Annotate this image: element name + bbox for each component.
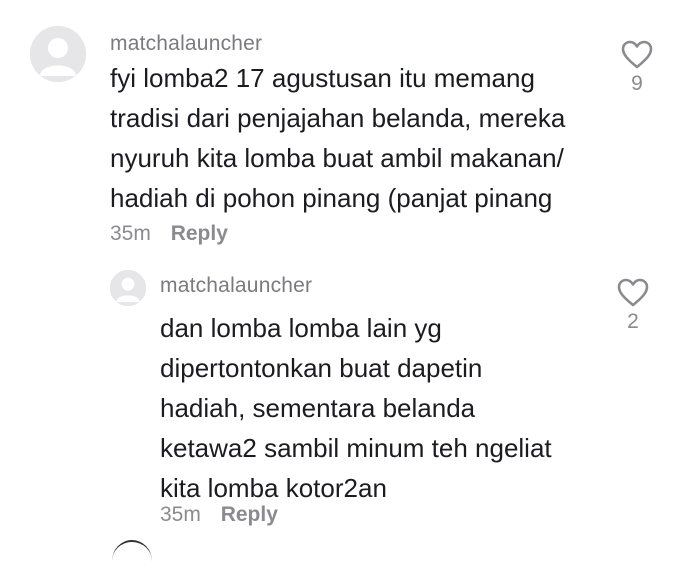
comment-text: dan lomba lomba lain yg dipertontonkan b… bbox=[160, 308, 552, 508]
comment-line: fyi lomba2 17 agustusan itu memang bbox=[110, 63, 535, 93]
avatar-icon[interactable] bbox=[30, 26, 86, 82]
comment-meta: 35m Reply bbox=[160, 503, 278, 527]
comment-timestamp: 35m bbox=[110, 222, 151, 245]
like-button[interactable]: 2 bbox=[613, 278, 653, 334]
like-count: 9 bbox=[631, 72, 643, 95]
comment-line: kita lomba kotor2an bbox=[160, 473, 387, 503]
next-comment-avatar-icon[interactable] bbox=[112, 540, 152, 582]
comment-meta: 35m Reply bbox=[110, 222, 228, 246]
comment-line: nyuruh kita lomba buat ambil makanan/ bbox=[110, 143, 564, 173]
reply-button[interactable]: Reply bbox=[221, 503, 278, 526]
comment-line: dan lomba lomba lain yg bbox=[160, 313, 442, 343]
like-button[interactable]: 9 bbox=[617, 40, 657, 96]
avatar-icon[interactable] bbox=[110, 270, 146, 306]
reply-button[interactable]: Reply bbox=[171, 222, 228, 245]
comment-line: tradisi dari penjajahan belanda, mereka bbox=[110, 103, 566, 133]
heart-outline-icon bbox=[617, 278, 649, 307]
comment-timestamp: 35m bbox=[160, 503, 201, 526]
like-count: 2 bbox=[627, 310, 639, 333]
comment-text: fyi lomba2 17 agustusan itu memang tradi… bbox=[110, 58, 565, 218]
comment-line: ketawa2 sambil minum teh ngeliat bbox=[160, 433, 552, 463]
comment-username[interactable]: matchalauncher bbox=[110, 32, 262, 56]
comment-line: hadiah, sementara belanda bbox=[160, 393, 476, 423]
heart-outline-icon bbox=[621, 40, 653, 69]
comment-username[interactable]: matchalauncher bbox=[160, 274, 312, 298]
comment-line: dipertontonkan buat dapetin bbox=[160, 353, 483, 383]
comment-line: hadiah di pohon pinang (panjat pinang bbox=[110, 183, 553, 213]
